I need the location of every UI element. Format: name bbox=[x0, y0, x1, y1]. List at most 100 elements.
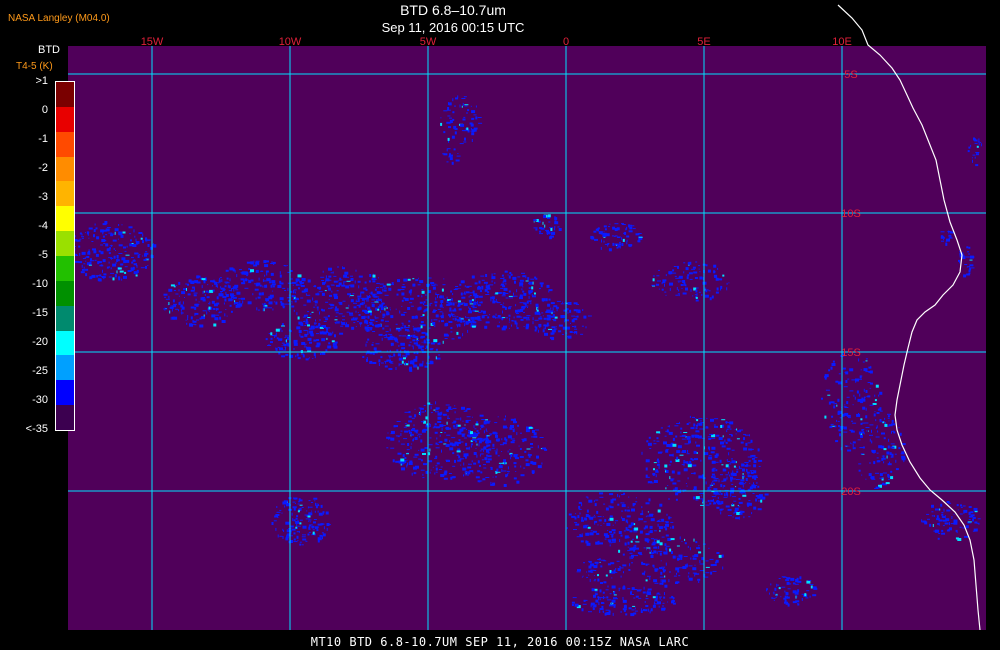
cloud-pixel bbox=[758, 500, 760, 502]
cloud-pixel bbox=[262, 308, 264, 312]
cloud-pixel bbox=[619, 241, 621, 243]
cloud-pixel bbox=[269, 294, 274, 298]
cloud-pixel bbox=[500, 284, 502, 286]
cloud-pixel bbox=[757, 448, 760, 452]
cloud-pixel bbox=[653, 550, 657, 554]
cloud-pixel bbox=[602, 234, 607, 237]
cloud-pixel bbox=[708, 456, 713, 460]
cloud-pixel bbox=[422, 314, 425, 317]
cloud-pixel bbox=[735, 517, 740, 520]
cloud-pixel bbox=[95, 227, 98, 230]
cloud-pixel bbox=[513, 292, 514, 296]
cloud-pixel bbox=[285, 339, 287, 343]
cloud-pixel bbox=[465, 321, 469, 325]
cloud-pixel bbox=[893, 430, 895, 433]
cloud-pixel bbox=[972, 518, 974, 522]
cloud-pixel bbox=[686, 563, 688, 567]
cloud-pixel bbox=[748, 516, 751, 518]
cloud-pixel bbox=[688, 577, 693, 581]
cloud-pixel bbox=[293, 309, 295, 312]
cloud-pixel bbox=[448, 473, 452, 474]
cloud-pixel bbox=[704, 294, 709, 298]
cloud-pixel bbox=[871, 429, 872, 433]
cloud-pixel bbox=[663, 441, 667, 445]
cloud-pixel bbox=[606, 596, 609, 599]
cloud-pixel bbox=[599, 492, 604, 495]
cloud-pixel bbox=[732, 496, 737, 498]
cloud-pixel bbox=[715, 291, 719, 294]
cloud-pixel bbox=[274, 515, 279, 518]
cloud-pixel bbox=[403, 426, 407, 428]
cloud-pixel bbox=[645, 598, 649, 600]
cloud-pixel bbox=[370, 291, 373, 295]
cloud-pixel bbox=[525, 280, 529, 282]
cloud-pixel bbox=[655, 595, 658, 599]
cloud-pixel bbox=[435, 294, 440, 295]
cloud-pixel bbox=[751, 454, 756, 457]
cloud-pixel bbox=[445, 409, 447, 412]
cloud-pixel bbox=[196, 319, 199, 321]
cloud-pixel bbox=[508, 306, 512, 308]
cloud-pixel bbox=[382, 288, 384, 292]
cloud-pixel bbox=[561, 333, 564, 335]
longitude-tick-label: 5E bbox=[697, 36, 710, 48]
cloud-pixel bbox=[683, 262, 686, 264]
cloud-pixel bbox=[685, 287, 688, 291]
cloud-pixel bbox=[401, 305, 403, 307]
cloud-pixel bbox=[934, 529, 938, 533]
cloud-pixel bbox=[404, 328, 409, 331]
cloud-pixel bbox=[937, 523, 940, 525]
cloud-pixel bbox=[652, 474, 655, 476]
cloud-pixel bbox=[366, 295, 368, 297]
cloud-pixel bbox=[388, 287, 392, 291]
cloud-pixel bbox=[946, 501, 950, 503]
cloud-pixel bbox=[681, 541, 683, 542]
cloud-pixel bbox=[489, 440, 491, 442]
cloud-pixel bbox=[452, 452, 455, 455]
cloud-pixel bbox=[866, 430, 868, 432]
cloud-pixel bbox=[599, 542, 603, 545]
cloud-pixel bbox=[695, 289, 698, 293]
cloud-pixel bbox=[386, 307, 388, 309]
cloud-pixel bbox=[389, 307, 391, 309]
cloud-pixel bbox=[492, 316, 496, 318]
cloud-pixel bbox=[299, 499, 303, 502]
cloud-pixel bbox=[943, 239, 944, 241]
cloud-pixel bbox=[647, 481, 649, 484]
cloud-pixel bbox=[535, 429, 540, 431]
cloud-pixel bbox=[342, 267, 345, 270]
cloud-pixel bbox=[673, 575, 677, 577]
cloud-pixel bbox=[385, 311, 389, 313]
cloud-pixel bbox=[612, 604, 616, 607]
cloud-pixel bbox=[507, 307, 511, 310]
cloud-pixel bbox=[400, 443, 405, 445]
cloud-pixel bbox=[311, 534, 313, 536]
cloud-pixel bbox=[475, 116, 478, 120]
cloud-pixel bbox=[656, 521, 661, 522]
cloud-pixel bbox=[742, 464, 745, 466]
cloud-pixel bbox=[566, 527, 568, 530]
longitude-tick-label: 0 bbox=[563, 36, 569, 48]
cloud-pixel bbox=[305, 293, 307, 296]
cloud-pixel bbox=[933, 515, 935, 517]
cloud-pixel bbox=[941, 513, 944, 516]
cloud-pixel bbox=[435, 297, 437, 301]
cloud-pixel bbox=[317, 503, 319, 506]
cloud-pixel bbox=[728, 465, 730, 469]
cloud-pixel bbox=[415, 279, 419, 282]
cloud-pixel bbox=[573, 318, 578, 321]
cloud-pixel bbox=[593, 604, 596, 608]
cloud-pixel bbox=[555, 326, 557, 328]
cloud-pixel bbox=[468, 320, 472, 323]
cloud-pixel bbox=[755, 498, 758, 502]
cloud-pixel bbox=[974, 156, 976, 159]
cloud-pixel bbox=[223, 302, 225, 305]
cloud-pixel bbox=[717, 502, 722, 505]
cloud-pixel bbox=[423, 341, 427, 344]
cloud-pixel bbox=[681, 464, 685, 466]
cloud-pixel bbox=[753, 475, 758, 478]
cloud-pixel bbox=[463, 129, 468, 131]
cloud-pixel bbox=[471, 322, 473, 326]
cloud-pixel bbox=[891, 431, 892, 434]
cloud-pixel bbox=[575, 513, 577, 515]
